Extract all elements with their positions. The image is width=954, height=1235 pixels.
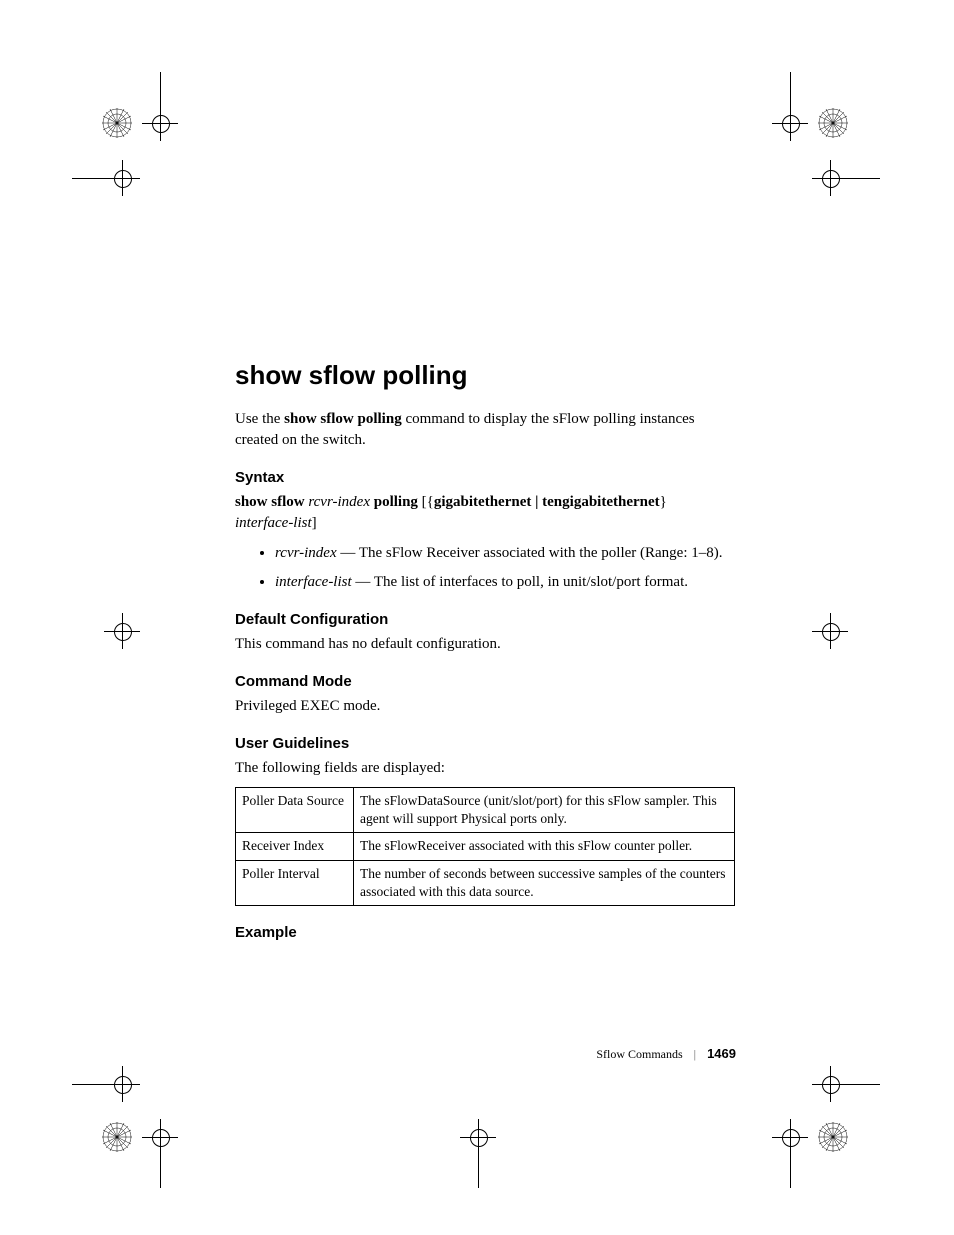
field-name: Receiver Index [236,833,354,860]
syntax-text: ] [312,515,317,531]
user-guidelines-text: The following fields are displayed: [235,758,735,779]
default-config-heading: Default Configuration [235,611,735,628]
registration-crosshair [772,1119,808,1155]
syntax-kw: polling [370,494,422,510]
command-mode-heading: Command Mode [235,673,735,690]
field-name: Poller Data Source [236,788,354,833]
list-item: interface-list — The list of interfaces … [275,571,735,594]
syntax-heading: Syntax [235,469,735,486]
bullet-desc: — The list of interfaces to poll, in uni… [352,574,688,590]
intro-pre: Use the [235,411,284,427]
trim-line [790,72,791,108]
command-mode-text: Privileged EXEC mode. [235,696,735,717]
syntax-kw: gigabitethernet | tengigabitethernet [434,494,660,510]
registration-crosshair [812,160,848,196]
bullet-term: interface-list [275,574,352,590]
trim-line [72,1084,108,1085]
footer-section: Sflow Commands [596,1047,682,1061]
registration-crosshair [104,160,140,196]
fields-table: Poller Data Source The sFlowDataSource (… [235,787,735,906]
syntax-bullets: rcvr-index — The sFlow Receiver associat… [235,542,735,593]
field-desc: The sFlowDataSource (unit/slot/port) for… [354,788,735,833]
registration-crosshair [104,1066,140,1102]
registration-crosshair [812,1066,848,1102]
registration-starburst [818,1122,848,1152]
field-desc: The sFlowReceiver associated with this s… [354,833,735,860]
bullet-term: rcvr-index [275,545,337,561]
registration-starburst [102,108,132,138]
syntax-line: show sflow rcvr-index polling [{gigabite… [235,492,735,534]
bullet-desc: — The sFlow Receiver associated with the… [337,545,723,561]
trim-line [844,178,880,179]
trim-line [72,178,108,179]
registration-crosshair [772,105,808,141]
list-item: rcvr-index — The sFlow Receiver associat… [275,542,735,565]
registration-crosshair [460,1119,496,1155]
trim-line [160,72,161,108]
footer-separator: | [694,1047,696,1061]
command-heading: show sflow polling [235,360,735,391]
page-body: show sflow polling Use the show sflow po… [235,360,735,947]
field-desc: The number of seconds between successive… [354,860,735,905]
table-row: Receiver Index The sFlowReceiver associa… [236,833,735,860]
trim-line [790,1152,791,1188]
syntax-var: rcvr-index [308,494,370,510]
syntax-kw: show sflow [235,494,308,510]
default-config-text: This command has no default configuratio… [235,634,735,655]
trim-line [844,1084,880,1085]
user-guidelines-heading: User Guidelines [235,735,735,752]
page-number: 1469 [707,1046,736,1061]
registration-crosshair [812,613,848,649]
page-footer: Sflow Commands | 1469 [596,1046,736,1062]
registration-starburst [102,1122,132,1152]
table-row: Poller Interval The number of seconds be… [236,860,735,905]
syntax-text: [{ [422,494,434,510]
syntax-text: } [660,494,667,510]
syntax-var: interface-list [235,515,312,531]
example-heading: Example [235,924,735,941]
registration-crosshair [104,613,140,649]
trim-line [160,1152,161,1188]
registration-starburst [818,108,848,138]
intro-command: show sflow polling [284,411,402,427]
intro-paragraph: Use the show sflow polling command to di… [235,409,735,451]
field-name: Poller Interval [236,860,354,905]
registration-crosshair [142,105,178,141]
registration-crosshair [142,1119,178,1155]
trim-line [478,1152,479,1188]
table-row: Poller Data Source The sFlowDataSource (… [236,788,735,833]
